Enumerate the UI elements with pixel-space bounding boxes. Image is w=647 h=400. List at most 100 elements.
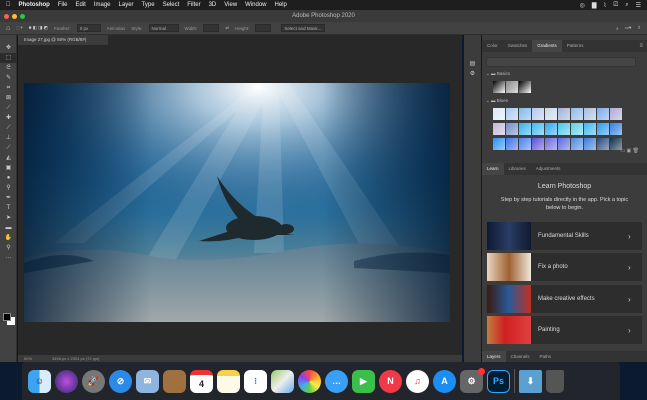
dock-siri-icon[interactable] <box>55 369 78 393</box>
gradient-swatch[interactable] <box>584 138 596 150</box>
gradient-swatch[interactable] <box>571 108 583 120</box>
gradient-swatch[interactable] <box>506 123 518 135</box>
gradient-swatch[interactable] <box>506 81 518 93</box>
gradient-search-input[interactable] <box>486 57 636 67</box>
history-brush-tool-icon[interactable]: ⟋ <box>0 143 17 153</box>
gradient-swatch[interactable] <box>558 123 570 135</box>
hand-tool-icon[interactable]: ✋ <box>0 233 17 243</box>
home-icon[interactable]: ⌂ <box>6 25 10 32</box>
crop-tool-icon[interactable]: ⌗ <box>0 83 17 93</box>
marquee-preset-icon[interactable]: ⬚▾ <box>16 25 23 31</box>
gradient-swatch[interactable] <box>532 108 544 120</box>
gradient-swatch[interactable] <box>597 108 609 120</box>
dock-maps-icon[interactable] <box>271 369 294 393</box>
learn-card-creative-effects[interactable]: Make creative effects › <box>487 285 642 313</box>
gradient-swatch[interactable] <box>519 123 531 135</box>
zoom-level[interactable]: 50% <box>24 355 32 362</box>
dodge-tool-icon[interactable]: ⚲ <box>0 183 17 193</box>
menu-edit[interactable]: Edit <box>76 2 86 8</box>
minimize-button[interactable] <box>12 14 17 19</box>
dock-photoshop-icon[interactable]: Ps <box>487 369 510 393</box>
gradient-tool-icon[interactable]: ▣ <box>0 163 17 173</box>
dock-safari-icon[interactable]: ⊘ <box>109 369 132 393</box>
gradient-swatch[interactable] <box>493 81 505 93</box>
gradient-swatch[interactable] <box>519 81 531 93</box>
search-icon[interactable]: ⌕ <box>625 2 628 9</box>
select-and-mask-button[interactable]: Select and Mask... <box>281 24 326 32</box>
group-blues[interactable]: ⌄ ▬ Blues <box>486 98 508 104</box>
document-info[interactable]: 3456 px x 2304 px (72 ppi) <box>52 355 99 362</box>
control-center-icon[interactable]: ☰ <box>636 2 641 9</box>
lasso-tool-icon[interactable]: ᘓ <box>0 63 17 73</box>
panel-menu-icon[interactable]: ≡ <box>639 43 643 49</box>
zoom-tool-icon[interactable]: ⚲ <box>0 243 17 253</box>
more-tools-icon[interactable]: ··· <box>0 253 17 263</box>
style-select[interactable]: Normal <box>148 24 179 32</box>
learn-card-painting[interactable]: Painting › <box>487 316 642 344</box>
blur-tool-icon[interactable]: ● <box>0 173 17 183</box>
rectangle-tool-icon[interactable]: ▬ <box>0 223 17 233</box>
menu-filter[interactable]: Filter <box>187 2 200 8</box>
share-icon[interactable]: ⇪ <box>637 25 641 31</box>
marquee-tool-icon[interactable]: ⬚ <box>0 53 17 63</box>
menu-3d[interactable]: 3D <box>209 2 217 8</box>
menu-help[interactable]: Help <box>275 2 287 8</box>
workspace-icon[interactable]: ▭▾ <box>625 25 632 31</box>
quick-select-tool-icon[interactable]: ✎ <box>0 73 17 83</box>
zoom-button[interactable] <box>20 14 25 19</box>
eraser-tool-icon[interactable]: ◭ <box>0 153 17 163</box>
brush-tool-icon[interactable]: ⟋ <box>0 123 17 133</box>
dock-photos-icon[interactable] <box>298 369 321 393</box>
learn-card-fix-photo[interactable]: Fix a photo › <box>487 253 642 281</box>
creative-cloud-icon[interactable]: ◎ <box>580 2 585 9</box>
gradient-swatch[interactable] <box>545 123 557 135</box>
delete-icon[interactable]: 🗑 <box>633 148 639 154</box>
dock-calendar-icon[interactable]: 4 <box>190 369 213 393</box>
gradient-swatch[interactable] <box>493 108 505 120</box>
menu-layer[interactable]: Layer <box>119 2 134 8</box>
history-panel-icon[interactable]: ▤ <box>464 59 481 69</box>
selection-mode-icons[interactable]: ■ ◧ ◨ ◩ <box>29 25 48 31</box>
path-select-tool-icon[interactable]: ➤ <box>0 213 17 223</box>
dock-system-preferences-icon[interactable]: ⚙ <box>460 367 485 393</box>
anti-alias-checkbox[interactable]: Anti-alias <box>107 26 126 31</box>
gradient-swatch[interactable] <box>493 123 505 135</box>
dock-notes-icon[interactable] <box>217 369 240 393</box>
eyedropper-tool-icon[interactable]: ⟋ <box>0 103 17 113</box>
dock-reminders-icon[interactable]: ⁝ <box>244 369 267 393</box>
pen-tool-icon[interactable]: ✒ <box>0 193 17 203</box>
dock-downloads-folder-icon[interactable]: ⬇ <box>519 369 542 393</box>
tab-paths[interactable]: Paths <box>535 351 557 362</box>
dock-news-icon[interactable]: N <box>379 369 402 393</box>
dock-launchpad-icon[interactable]: 🚀 <box>82 369 105 393</box>
menu-type[interactable]: Type <box>142 2 155 8</box>
menu-select[interactable]: Select <box>163 2 180 8</box>
foreground-color-swatch[interactable] <box>3 313 11 321</box>
gradient-swatch[interactable] <box>597 138 609 150</box>
tab-learn[interactable]: Learn <box>482 163 504 175</box>
new-gradient-icon[interactable]: ▣ <box>627 148 632 154</box>
tab-color[interactable]: Color <box>482 40 503 52</box>
gradient-swatch[interactable] <box>519 108 531 120</box>
gradient-swatch[interactable] <box>532 123 544 135</box>
airplay-icon[interactable]: ⎚ <box>613 2 618 9</box>
gradient-swatch[interactable] <box>558 138 570 150</box>
canvas-image[interactable] <box>24 83 450 322</box>
close-button[interactable] <box>4 14 9 19</box>
menu-image[interactable]: Image <box>94 2 111 8</box>
clone-stamp-tool-icon[interactable]: ⊥ <box>0 133 17 143</box>
new-group-icon[interactable]: ▭ <box>620 148 625 154</box>
move-tool-icon[interactable]: ✥ <box>0 43 17 53</box>
tab-gradients[interactable]: Gradients <box>532 40 562 52</box>
gradient-swatch[interactable] <box>506 108 518 120</box>
dock-app-store-icon[interactable]: A <box>433 369 456 393</box>
search-icon[interactable]: ⌕ <box>616 26 619 31</box>
width-input[interactable] <box>203 24 220 32</box>
gradient-swatch[interactable] <box>571 138 583 150</box>
wifi-icon[interactable]: ⌇ <box>603 2 606 9</box>
gradient-swatch[interactable] <box>584 123 596 135</box>
dock-trash-icon[interactable] <box>546 369 564 393</box>
feather-input[interactable]: 0 px <box>76 24 101 32</box>
dock-contacts-icon[interactable] <box>163 369 186 393</box>
frame-tool-icon[interactable]: ⊠ <box>0 93 17 103</box>
